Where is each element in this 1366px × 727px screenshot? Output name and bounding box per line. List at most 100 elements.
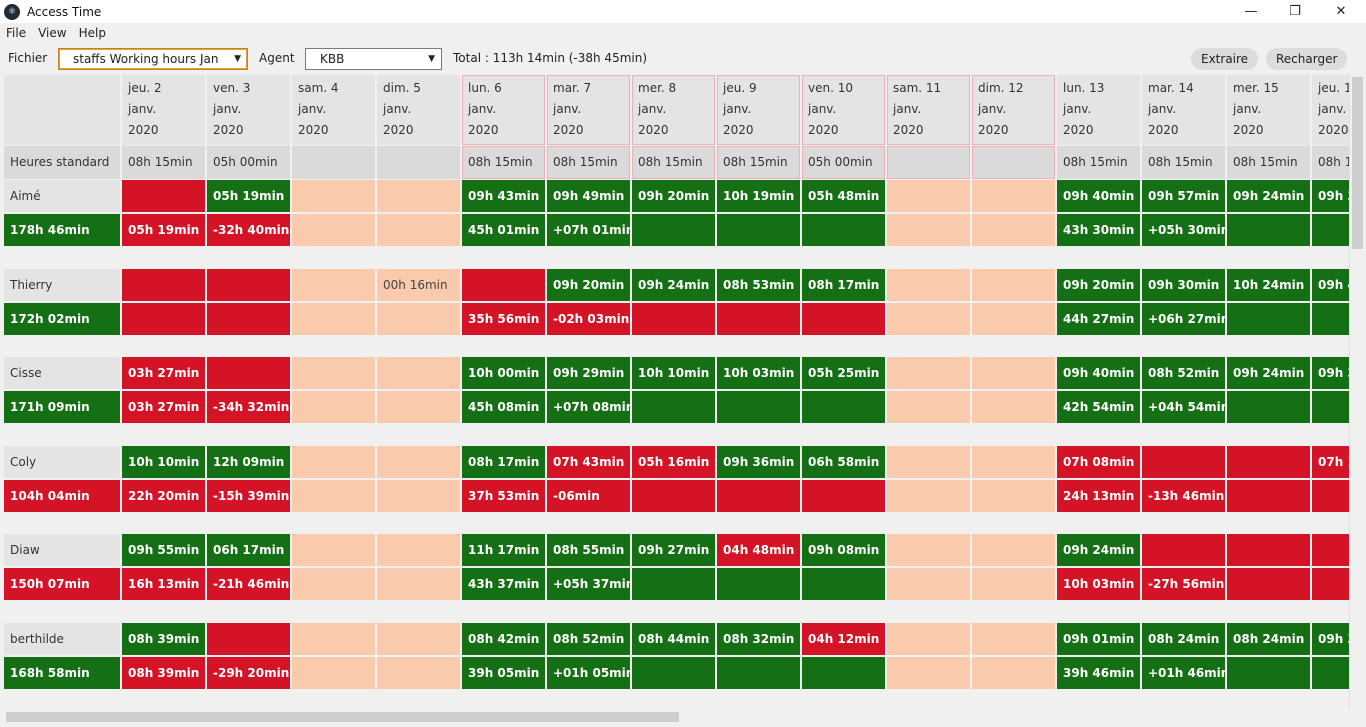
menu-help[interactable]: Help	[79, 26, 106, 40]
cumulative-hours-cell[interactable]	[717, 303, 802, 335]
daily-hours-cell[interactable]: 10h 19min	[717, 180, 802, 212]
daily-hours-cell[interactable]: 09h 30min	[1142, 269, 1227, 301]
daily-hours-cell[interactable]: 08h 55min	[547, 534, 632, 566]
date-header[interactable]: lun. 13 janv. 2020	[1057, 75, 1142, 145]
daily-hours-cell[interactable]	[1227, 446, 1312, 478]
daily-hours-cell[interactable]	[887, 180, 972, 212]
daily-hours-cell[interactable]: 08h 53min	[717, 269, 802, 301]
daily-hours-cell[interactable]	[207, 623, 292, 655]
cumulative-hours-cell[interactable]: -06min	[547, 480, 632, 512]
daily-hours-cell[interactable]: 08h 17min	[462, 446, 547, 478]
cumulative-hours-cell[interactable]	[292, 214, 377, 246]
daily-hours-cell[interactable]	[377, 180, 462, 212]
cumulative-hours-cell[interactable]	[972, 303, 1057, 335]
cumulative-hours-cell[interactable]: +04h 54min	[1142, 391, 1227, 423]
cumulative-hours-cell[interactable]	[1312, 303, 1349, 335]
daily-hours-cell[interactable]: 09h 29min	[547, 357, 632, 389]
cumulative-hours-cell[interactable]: -13h 46min	[1142, 480, 1227, 512]
cumulative-hours-cell[interactable]	[887, 391, 972, 423]
date-header[interactable]: jeu. 16 janv. 2020	[1312, 75, 1349, 145]
cumulative-hours-cell[interactable]	[1227, 214, 1312, 246]
cumulative-hours-cell[interactable]	[377, 214, 462, 246]
daily-hours-cell[interactable]: 07h 1	[1312, 446, 1349, 478]
daily-hours-cell[interactable]: 10h 10min	[632, 357, 717, 389]
cumulative-hours-cell[interactable]	[802, 568, 887, 600]
cumulative-hours-cell[interactable]	[632, 480, 717, 512]
cumulative-hours-cell[interactable]: -02h 03min	[547, 303, 632, 335]
daily-hours-cell[interactable]	[292, 446, 377, 478]
cumulative-hours-cell[interactable]: 45h 08min	[462, 391, 547, 423]
cumulative-hours-cell[interactable]	[1227, 657, 1312, 689]
daily-hours-cell[interactable]: 09h 3	[1312, 623, 1349, 655]
date-header[interactable]: mer. 15 janv. 2020	[1227, 75, 1312, 145]
daily-hours-cell[interactable]: 08h 24min	[1142, 623, 1227, 655]
cumulative-hours-cell[interactable]: -32h 40min	[207, 214, 292, 246]
daily-hours-cell[interactable]: 08h 52min	[547, 623, 632, 655]
daily-hours-cell[interactable]	[887, 357, 972, 389]
daily-hours-cell[interactable]: 09h 4	[1312, 269, 1349, 301]
daily-hours-cell[interactable]	[972, 357, 1057, 389]
daily-hours-cell[interactable]: 09h 40min	[1057, 180, 1142, 212]
daily-hours-cell[interactable]	[1312, 534, 1349, 566]
cumulative-hours-cell[interactable]: 43h 30min	[1057, 214, 1142, 246]
cumulative-hours-cell[interactable]	[1227, 568, 1312, 600]
cumulative-hours-cell[interactable]: 10h 03min	[1057, 568, 1142, 600]
date-header[interactable]: lun. 6 janv. 2020	[462, 75, 547, 145]
cumulative-hours-cell[interactable]: 37h 53min	[462, 480, 547, 512]
daily-hours-cell[interactable]: 09h 49min	[547, 180, 632, 212]
daily-hours-cell[interactable]: 09h 55min	[122, 534, 207, 566]
cumulative-hours-cell[interactable]	[972, 480, 1057, 512]
daily-hours-cell[interactable]: 09h 3	[1312, 180, 1349, 212]
cumulative-hours-cell[interactable]: 39h 46min	[1057, 657, 1142, 689]
daily-hours-cell[interactable]: 09h 01min	[1057, 623, 1142, 655]
date-header[interactable]: mar. 7 janv. 2020	[547, 75, 632, 145]
cumulative-hours-cell[interactable]: -21h 46min	[207, 568, 292, 600]
cumulative-hours-cell[interactable]	[717, 214, 802, 246]
date-header[interactable]: dim. 5 janv. 2020	[377, 75, 462, 145]
cumulative-hours-cell[interactable]: 22h 20min	[122, 480, 207, 512]
daily-hours-cell[interactable]: 05h 19min	[207, 180, 292, 212]
daily-hours-cell[interactable]: 09h 24min	[1057, 534, 1142, 566]
cumulative-hours-cell[interactable]	[377, 657, 462, 689]
daily-hours-cell[interactable]	[292, 269, 377, 301]
daily-hours-cell[interactable]	[377, 446, 462, 478]
date-header[interactable]: mer. 8 janv. 2020	[632, 75, 717, 145]
cumulative-hours-cell[interactable]: 35h 56min	[462, 303, 547, 335]
cumulative-hours-cell[interactable]	[972, 214, 1057, 246]
cumulative-hours-cell[interactable]: 45h 01min	[462, 214, 547, 246]
cumulative-hours-cell[interactable]	[292, 391, 377, 423]
cumulative-hours-cell[interactable]	[717, 391, 802, 423]
cumulative-hours-cell[interactable]	[377, 568, 462, 600]
cumulative-hours-cell[interactable]	[717, 480, 802, 512]
date-header[interactable]: sam. 4 janv. 2020	[292, 75, 377, 145]
cumulative-hours-cell[interactable]	[292, 303, 377, 335]
daily-hours-cell[interactable]: 09h 20min	[1057, 269, 1142, 301]
cumulative-hours-cell[interactable]	[887, 303, 972, 335]
cumulative-hours-cell[interactable]	[377, 303, 462, 335]
cumulative-hours-cell[interactable]	[292, 480, 377, 512]
daily-hours-cell[interactable]: 10h 10min	[122, 446, 207, 478]
cumulative-hours-cell[interactable]	[972, 568, 1057, 600]
minimize-button[interactable]: —	[1228, 0, 1274, 23]
cumulative-hours-cell[interactable]: +01h 05min	[547, 657, 632, 689]
date-header[interactable]: dim. 12 janv. 2020	[972, 75, 1057, 145]
date-header[interactable]: jeu. 2 janv. 2020	[122, 75, 207, 145]
date-header[interactable]: jeu. 9 janv. 2020	[717, 75, 802, 145]
daily-hours-cell[interactable]: 09h 40min	[1057, 357, 1142, 389]
cumulative-hours-cell[interactable]	[377, 480, 462, 512]
daily-hours-cell[interactable]	[1142, 534, 1227, 566]
date-header[interactable]: sam. 11 janv. 2020	[887, 75, 972, 145]
cumulative-hours-cell[interactable]	[1227, 303, 1312, 335]
daily-hours-cell[interactable]: 08h 17min	[802, 269, 887, 301]
vertical-scroll-thumb[interactable]	[1352, 77, 1363, 249]
cumulative-hours-cell[interactable]	[802, 214, 887, 246]
cumulative-hours-cell[interactable]	[1312, 391, 1349, 423]
cumulative-hours-cell[interactable]	[802, 391, 887, 423]
daily-hours-cell[interactable]: 09h 57min	[1142, 180, 1227, 212]
daily-hours-cell[interactable]	[887, 623, 972, 655]
cumulative-hours-cell[interactable]	[887, 214, 972, 246]
daily-hours-cell[interactable]: 08h 24min	[1227, 623, 1312, 655]
daily-hours-cell[interactable]: 05h 25min	[802, 357, 887, 389]
cumulative-hours-cell[interactable]	[887, 568, 972, 600]
daily-hours-cell[interactable]: 07h 43min	[547, 446, 632, 478]
